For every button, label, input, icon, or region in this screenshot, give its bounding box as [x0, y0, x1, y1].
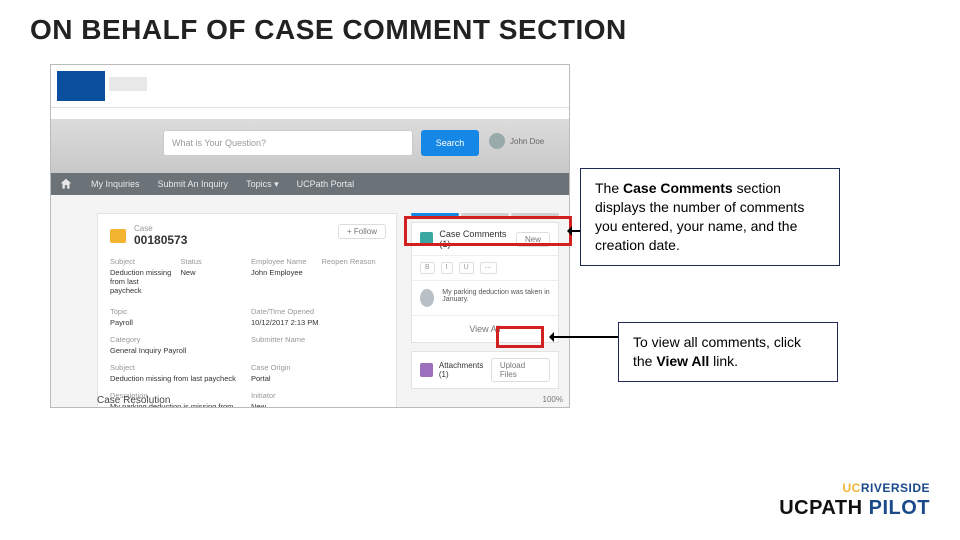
lbl-subname: Submitter Name	[251, 335, 384, 344]
lbl-reopen: Reopen Reason	[322, 257, 385, 266]
val-cat: General Inquiry Payroll	[110, 346, 243, 355]
lbl-origin: Case Origin	[251, 363, 384, 372]
comment-text: My parking deduction was taken in Januar…	[442, 289, 550, 307]
lbl-init: Initiator	[251, 391, 384, 400]
nav-topics[interactable]: Topics ▾	[246, 179, 279, 190]
case-comments-card: Case Comments (1) New BIU⋯ My parking de…	[411, 222, 559, 343]
right-column: Case Comments (1) New BIU⋯ My parking de…	[411, 213, 559, 389]
attachment-icon	[420, 363, 433, 377]
val-subject2: Deduction missing from last paycheck	[110, 374, 243, 383]
avatar	[489, 133, 505, 149]
app-screenshot: What is Your Question? Search John Doe M…	[50, 64, 570, 408]
val-subject: Deduction missing from last paycheck	[110, 268, 173, 295]
lbl-date: Date/Time Opened	[251, 307, 384, 316]
val-init: New	[251, 402, 384, 408]
tab-active[interactable]	[411, 213, 459, 216]
attachments-card: Attachments (1) Upload Files	[411, 351, 559, 389]
comments-title: Case Comments (1)	[439, 229, 516, 249]
nav-submit[interactable]: Submit An Inquiry	[158, 179, 229, 189]
lbl-status: Status	[181, 257, 244, 266]
lbl-subject: Subject	[110, 257, 173, 266]
tab-2[interactable]	[461, 213, 509, 216]
comment-avatar-icon	[420, 289, 434, 307]
comment-toolbar: BIU⋯	[412, 256, 558, 281]
lbl-subject2: Subject	[110, 363, 243, 372]
val-topic: Payroll	[110, 318, 243, 327]
arrow-2	[552, 336, 618, 338]
case-resolution-heading: Case Resolution	[97, 395, 170, 406]
comment-row: My parking deduction was taken in Januar…	[412, 281, 558, 315]
comments-icon	[420, 232, 433, 246]
val-date: 10/12/2017 2:13 PM	[251, 318, 384, 327]
callout-1: The Case Comments section displays the n…	[580, 168, 840, 266]
zoom-label: 100%	[543, 395, 563, 404]
nav-portal[interactable]: UCPath Portal	[297, 179, 355, 189]
tab-3[interactable]	[511, 213, 559, 216]
folder-icon	[110, 229, 126, 243]
callout-2: To view all comments, click the View All…	[618, 322, 838, 382]
nav-my-inquiries[interactable]: My Inquiries	[91, 179, 140, 189]
view-all-link[interactable]: View All	[412, 315, 558, 342]
slide-title: ON BEHALF OF CASE COMMENT SECTION	[30, 14, 627, 46]
upload-files-button[interactable]: Upload Files	[491, 358, 550, 382]
val-reopen	[322, 268, 385, 295]
case-number: 00180573	[134, 233, 187, 247]
new-comment-button[interactable]: New	[516, 232, 550, 247]
val-origin: Portal	[251, 374, 384, 383]
lbl-topic: Topic	[110, 307, 243, 316]
uc-logo	[57, 71, 105, 101]
val-status: New	[181, 268, 244, 295]
nav-bar: My Inquiries Submit An Inquiry Topics ▾ …	[51, 173, 569, 195]
lbl-emp: Employee Name	[251, 257, 314, 266]
footer-logo: UCRIVERSIDE UCPATH PILOT	[779, 481, 930, 520]
val-emp: John Employee	[251, 268, 314, 295]
case-card: Case 00180573 + Follow Subject Status Em…	[97, 213, 397, 408]
search-input[interactable]: What is Your Question?	[163, 130, 413, 156]
case-label: Case	[134, 224, 187, 233]
attachments-title: Attachments (1)	[439, 361, 491, 379]
user-menu[interactable]: John Doe	[489, 133, 544, 149]
search-button[interactable]: Search	[421, 130, 479, 156]
home-icon[interactable]	[59, 177, 73, 191]
user-name: John Doe	[510, 137, 544, 146]
lbl-cat: Category	[110, 335, 243, 344]
follow-button[interactable]: + Follow	[338, 224, 386, 239]
val-subname	[251, 346, 384, 355]
banner: What is Your Question? Search John Doe	[51, 119, 569, 173]
tabs	[411, 213, 559, 216]
